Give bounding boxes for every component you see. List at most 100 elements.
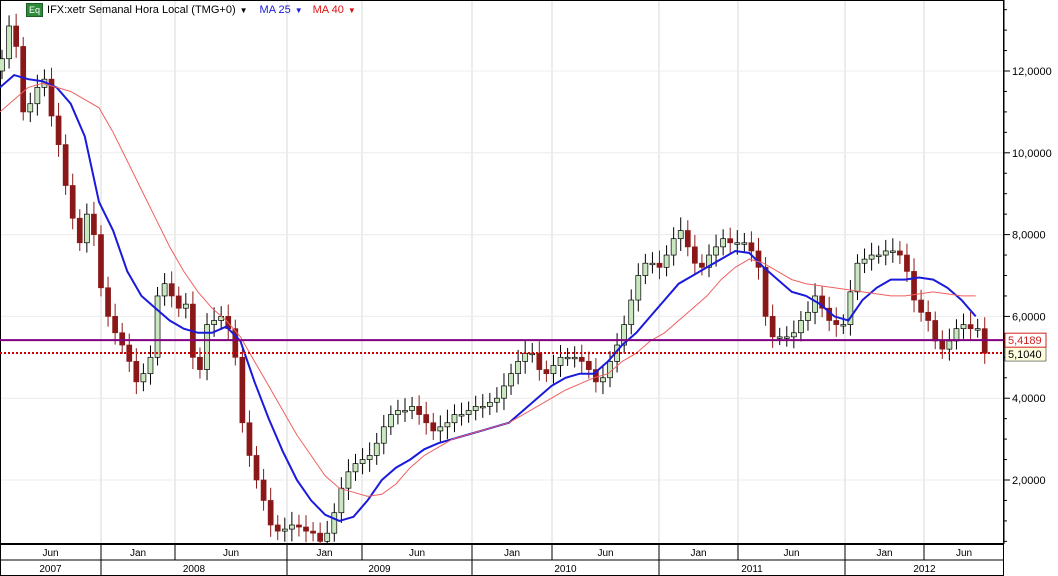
candle-down xyxy=(112,316,118,334)
candle-up xyxy=(34,87,41,105)
candle-up xyxy=(600,377,606,383)
candle-up xyxy=(501,385,507,399)
candle-up xyxy=(83,213,90,244)
candle-down xyxy=(260,479,267,501)
candle-up xyxy=(805,311,811,321)
candle-up xyxy=(868,254,875,260)
candle-down xyxy=(168,283,175,297)
candle-down xyxy=(423,414,430,424)
ma25-dropdown-icon[interactable]: ▼ xyxy=(295,6,303,15)
candle-up xyxy=(840,324,847,327)
candle-up xyxy=(946,340,953,350)
candle-up xyxy=(0,58,5,72)
candle-down xyxy=(296,524,302,528)
candle-down xyxy=(98,234,104,289)
candle-down xyxy=(925,311,932,321)
candle-up xyxy=(974,328,981,331)
candle-up xyxy=(402,410,408,413)
candle-down xyxy=(430,422,437,432)
candle-up xyxy=(790,332,797,338)
month-label: Jan xyxy=(504,548,520,559)
candle-up xyxy=(373,442,380,456)
ma40-legend[interactable]: MA 40 xyxy=(313,4,344,16)
candle-up xyxy=(161,283,168,297)
candle-up xyxy=(472,406,479,411)
candle-down xyxy=(684,230,691,248)
month-label: Jan xyxy=(690,548,706,559)
candle-up xyxy=(289,524,295,530)
candle-up xyxy=(550,365,557,375)
candle-down xyxy=(267,500,274,526)
candle-up xyxy=(338,487,345,514)
month-label: Jun xyxy=(956,548,972,559)
ma40-dropdown-icon[interactable]: ▼ xyxy=(348,6,356,15)
candle-down xyxy=(699,262,705,268)
year-label: 2009 xyxy=(368,564,391,575)
candle-up xyxy=(812,295,818,313)
candle-up xyxy=(515,361,521,375)
year-label: 2011 xyxy=(741,564,763,575)
candle-down xyxy=(578,356,585,362)
price-chart[interactable]: 2,0000 4,0000 6,0000 8,0000 10,0000 12,0000 5,… xyxy=(0,0,1058,576)
candle-down xyxy=(55,115,62,145)
candle-up xyxy=(465,410,472,415)
symbol-dropdown-icon[interactable]: ▼ xyxy=(240,6,248,15)
candle-up xyxy=(875,254,882,257)
candle-down xyxy=(769,316,776,338)
month-label: Jan xyxy=(876,548,892,559)
y-tick-label: 8,0000 xyxy=(1012,230,1046,242)
candle-up xyxy=(960,324,967,330)
candle-down xyxy=(656,262,663,268)
year-label: 2008 xyxy=(183,564,206,575)
reference-price-label: 5,1040 xyxy=(1008,349,1042,361)
candle-down xyxy=(748,242,755,252)
candle-up xyxy=(409,406,415,411)
candle-up xyxy=(953,328,960,342)
month-label: Jan xyxy=(316,548,332,559)
candle-down xyxy=(246,422,253,456)
candle-down xyxy=(105,287,111,317)
candle-up xyxy=(783,336,790,339)
candle-up xyxy=(479,406,486,409)
candle-down xyxy=(91,213,97,235)
candle-down xyxy=(932,320,939,342)
last-price-label: 5,4189 xyxy=(1008,335,1042,347)
candle-down xyxy=(967,324,974,330)
ma25-legend[interactable]: MA 25 xyxy=(260,4,291,16)
candle-down xyxy=(536,352,543,370)
candle-up xyxy=(508,373,514,387)
month-label: Jun xyxy=(597,548,613,559)
candle-up xyxy=(345,471,352,489)
candle-up xyxy=(571,356,578,360)
candle-down xyxy=(727,238,734,244)
candle-down xyxy=(939,340,946,350)
year-label: 2007 xyxy=(39,564,62,575)
candle-down xyxy=(274,524,281,532)
symbol-title[interactable]: IFX:xetr Semanal Hora Local (TMG+0) xyxy=(47,4,236,16)
candle-up xyxy=(486,401,493,407)
candle-down xyxy=(133,361,140,383)
candle-up xyxy=(211,320,217,325)
candle-up xyxy=(444,422,451,428)
candle-up xyxy=(324,532,331,542)
candle-up xyxy=(6,25,12,60)
candle-up xyxy=(451,414,458,424)
y-tick-label: 4,0000 xyxy=(1012,393,1046,405)
candle-down xyxy=(197,356,203,370)
candle-up xyxy=(154,295,161,358)
candle-up xyxy=(182,303,189,309)
candle-up xyxy=(140,373,147,383)
y-tick-label: 2,0000 xyxy=(1012,475,1046,487)
candle-up xyxy=(713,246,719,256)
candle-down xyxy=(904,254,910,272)
candle-up xyxy=(395,410,401,415)
candle-up xyxy=(352,463,359,473)
month-label: Jun xyxy=(223,548,239,559)
candle-up xyxy=(882,250,889,256)
candle-up xyxy=(734,242,741,245)
candle-down xyxy=(762,266,769,317)
candle-down xyxy=(833,320,840,325)
plot-area xyxy=(0,0,1004,544)
candle-down xyxy=(310,530,316,534)
candle-up xyxy=(663,254,670,268)
